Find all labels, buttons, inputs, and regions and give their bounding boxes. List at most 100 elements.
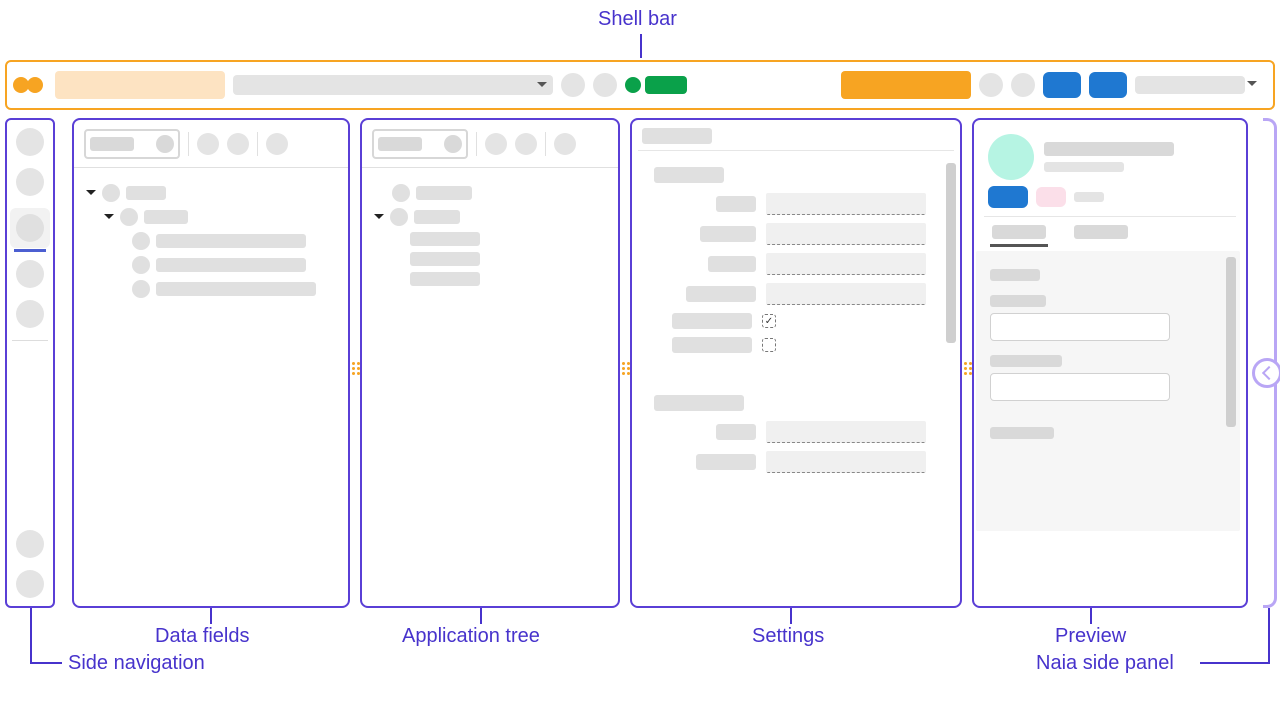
sidenav-item-5[interactable]	[16, 300, 44, 328]
settings-field	[644, 223, 948, 245]
preview-chips	[974, 186, 1246, 212]
panel-tree-header	[362, 120, 618, 168]
splitter-handle[interactable]	[620, 358, 632, 378]
preview-content	[976, 251, 1240, 531]
settings-label: Settings	[752, 625, 824, 648]
panel-data-header	[74, 120, 348, 168]
tree-row[interactable]	[132, 280, 336, 298]
settings-input[interactable]	[766, 223, 926, 245]
preview-chip-primary[interactable]	[988, 186, 1028, 208]
settings-body: ✓	[632, 157, 960, 606]
search-input[interactable]	[55, 71, 225, 99]
sidenav-item-3-icon	[16, 214, 44, 242]
settings-scrollbar[interactable]	[946, 163, 956, 343]
caret-icon	[374, 214, 384, 224]
settings-input[interactable]	[766, 253, 926, 275]
shell-action-2-icon[interactable]	[593, 73, 617, 97]
preview-avatar-icon	[988, 134, 1034, 180]
caret-icon	[86, 190, 96, 200]
splitter-handle[interactable]	[962, 358, 974, 378]
callout-line	[640, 34, 642, 58]
panel-data-fields	[72, 118, 350, 608]
sidenav-item-1[interactable]	[16, 128, 44, 156]
panel-data-action-3-icon[interactable]	[266, 133, 288, 155]
shell-bar	[5, 60, 1275, 110]
status-text	[645, 76, 687, 94]
shell-blue-button-1[interactable]	[1043, 72, 1081, 98]
panel-tree-action-3-icon[interactable]	[554, 133, 576, 155]
settings-section-2	[654, 395, 744, 411]
naia-label: Naia side panel	[1036, 652, 1174, 675]
brand-logo-icon[interactable]	[13, 74, 47, 96]
preview-input-1-label	[990, 295, 1046, 307]
preview-label: Preview	[1055, 625, 1126, 648]
preview-chip-text	[1074, 192, 1104, 202]
settings-field	[644, 193, 948, 215]
shellbar-label: Shell bar	[598, 8, 677, 31]
panel-application-tree	[360, 118, 620, 608]
settings-check-row	[644, 337, 948, 353]
preview-title	[1044, 142, 1174, 156]
sidenav-footer-1[interactable]	[16, 530, 44, 558]
settings-input[interactable]	[766, 193, 926, 215]
preview-tabs	[974, 221, 1246, 239]
panel-data-selector[interactable]	[84, 129, 180, 159]
settings-field	[644, 451, 948, 473]
caret-icon	[104, 214, 114, 224]
splitter-handle[interactable]	[350, 358, 362, 378]
tree-row[interactable]	[132, 232, 336, 250]
settings-input[interactable]	[766, 421, 926, 443]
shell-action-1-icon[interactable]	[561, 73, 585, 97]
preview-tab-2[interactable]	[1074, 225, 1128, 239]
sidenav-item-3-active[interactable]	[10, 208, 50, 248]
tree-row[interactable]	[132, 256, 336, 274]
panel-tree-selector[interactable]	[372, 129, 468, 159]
shell-blue-button-2[interactable]	[1089, 72, 1127, 98]
settings-input[interactable]	[766, 283, 926, 305]
settings-title	[642, 128, 712, 144]
preview-scrollbar[interactable]	[1226, 257, 1236, 427]
settings-input[interactable]	[766, 451, 926, 473]
status-dot-icon	[625, 77, 641, 93]
context-select[interactable]	[233, 75, 553, 95]
apptree-label: Application tree	[402, 625, 540, 648]
tree-row[interactable]	[104, 208, 336, 226]
tree-row[interactable]	[86, 184, 336, 202]
panel-data-body	[74, 168, 348, 606]
status-indicator	[625, 76, 687, 94]
preview-input-1[interactable]	[990, 313, 1170, 341]
settings-check-row: ✓	[644, 313, 948, 329]
preview-tab-1[interactable]	[992, 225, 1046, 239]
settings-field	[644, 253, 948, 275]
panel-preview	[972, 118, 1248, 608]
settings-checkbox-checked[interactable]: ✓	[762, 314, 776, 328]
preview-input-2-label	[990, 355, 1062, 367]
datafields-label: Data fields	[155, 625, 250, 648]
tree-row[interactable]	[410, 272, 606, 286]
tree-row[interactable]	[392, 184, 606, 202]
settings-checkbox-unchecked[interactable]	[762, 338, 776, 352]
tree-row[interactable]	[410, 232, 606, 246]
tree-row[interactable]	[374, 208, 606, 226]
tree-row[interactable]	[410, 252, 606, 266]
panel-tree-action-2-icon[interactable]	[515, 133, 537, 155]
sidenav-item-2[interactable]	[16, 168, 44, 196]
sidenav-footer-2[interactable]	[16, 570, 44, 598]
primary-action-button[interactable]	[841, 71, 971, 99]
shell-action-4-icon[interactable]	[1011, 73, 1035, 97]
panel-data-action-2-icon[interactable]	[227, 133, 249, 155]
panel-tree-action-1-icon[interactable]	[485, 133, 507, 155]
preview-input-2[interactable]	[990, 373, 1170, 401]
preview-chip-secondary[interactable]	[1036, 187, 1066, 207]
sidenav-divider	[12, 340, 48, 341]
settings-section-1	[654, 167, 724, 183]
preview-section-label	[990, 269, 1040, 281]
sidenav-item-4[interactable]	[16, 260, 44, 288]
naia-expand-button[interactable]	[1252, 358, 1280, 388]
shell-action-3-icon[interactable]	[979, 73, 1003, 97]
user-dropdown[interactable]	[1135, 76, 1245, 94]
side-navigation	[5, 118, 55, 608]
panel-data-action-1-icon[interactable]	[197, 133, 219, 155]
settings-field	[644, 421, 948, 443]
sidenav-label: Side navigation	[68, 652, 205, 675]
